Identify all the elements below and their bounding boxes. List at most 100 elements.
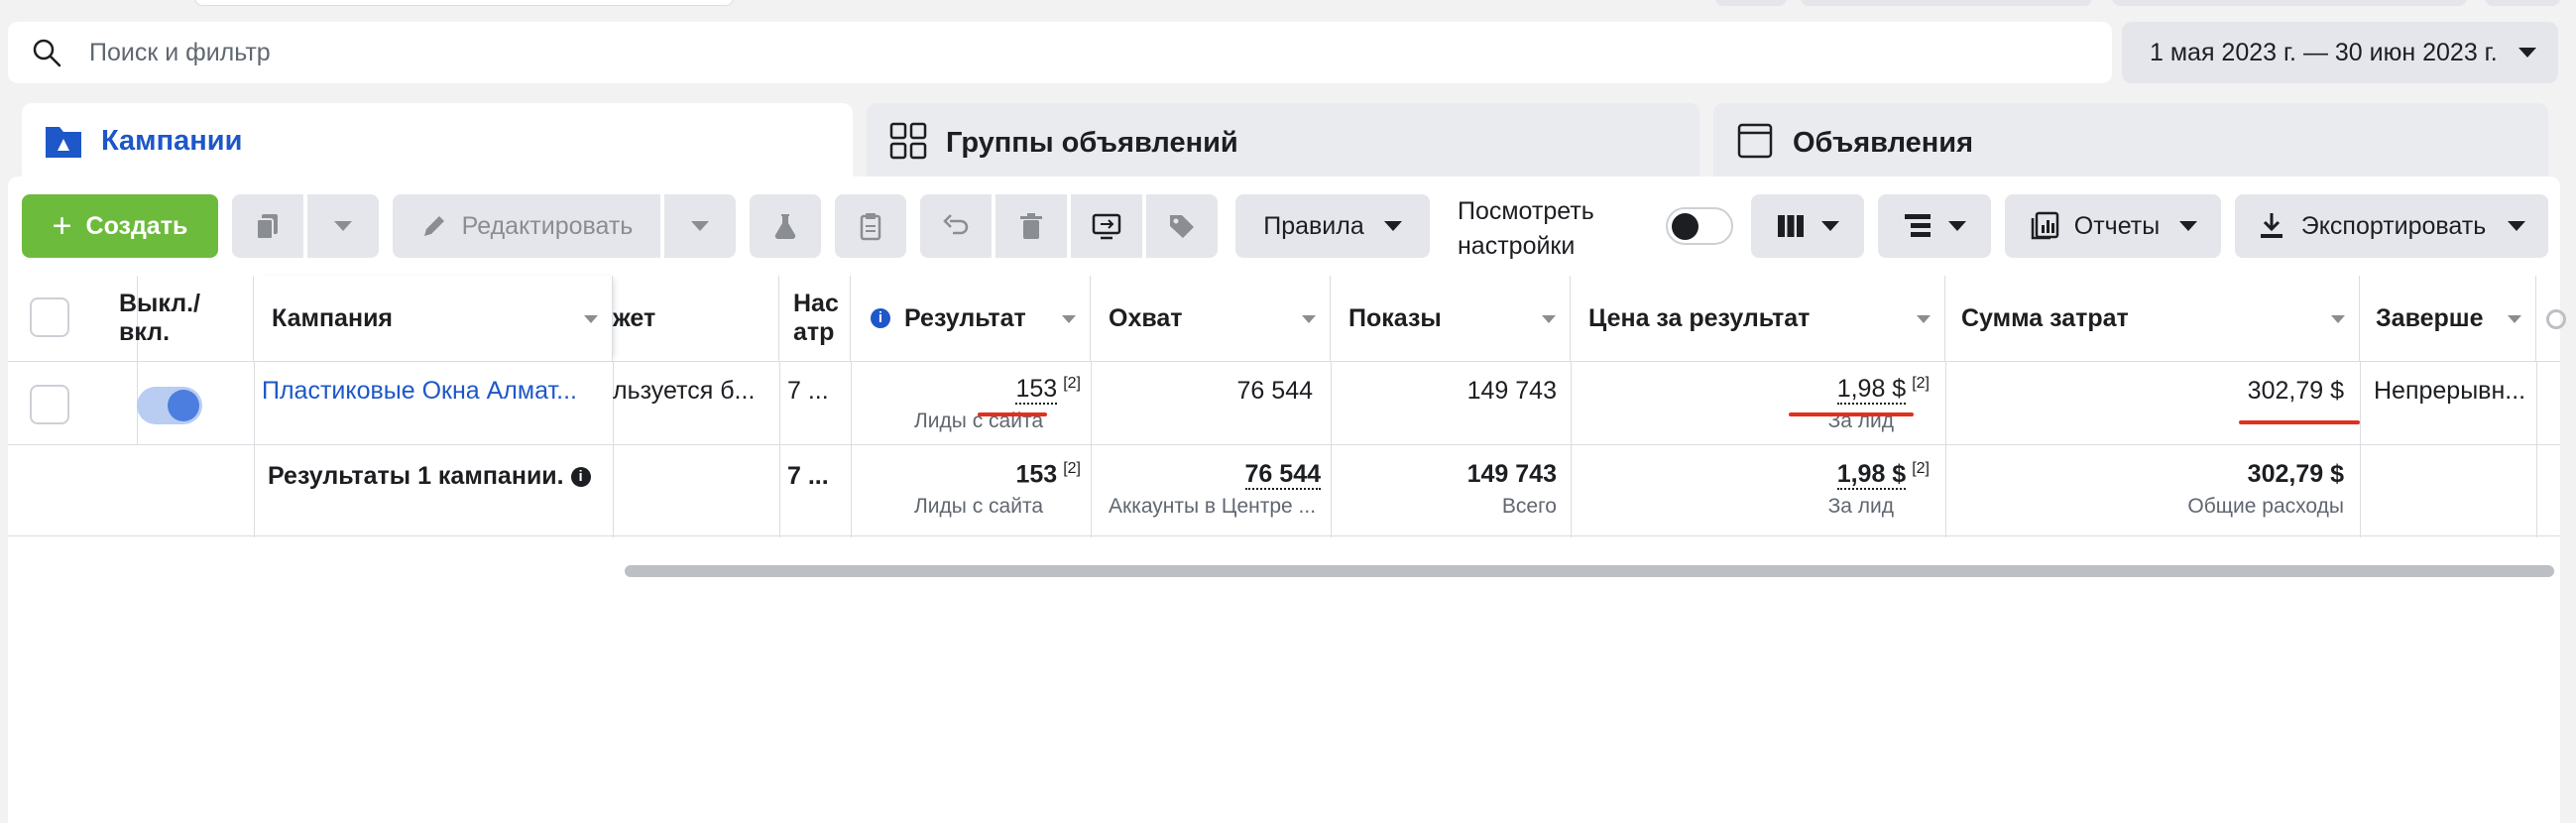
chevron-down-icon — [2518, 48, 2536, 58]
budget-cell: льзуется б... — [613, 377, 756, 405]
columns-icon — [1778, 215, 1804, 237]
folder-icon — [46, 127, 81, 158]
sort-icon — [1062, 315, 1076, 323]
undo-icon — [943, 214, 969, 235]
header-attribution[interactable]: Нас атр — [779, 276, 851, 361]
sort-icon — [584, 315, 598, 323]
highlight-underline — [1789, 412, 1914, 416]
totals-label: Результаты 1 кампании. i — [268, 462, 591, 491]
row-checkbox[interactable] — [30, 385, 69, 424]
sort-icon — [1302, 315, 1316, 323]
campaign-toggle[interactable] — [137, 387, 202, 424]
info-icon: i — [871, 308, 890, 328]
preview-button[interactable] — [1071, 194, 1142, 258]
ab-test-button[interactable] — [750, 194, 821, 258]
tag-icon — [1170, 215, 1194, 238]
header-amount-spent[interactable]: Сумма затрат — [1945, 276, 2360, 361]
top-stub-4 — [2112, 0, 2467, 6]
flask-icon — [774, 214, 796, 240]
tab-campaigns-label: Кампании — [101, 125, 243, 157]
view-settings-label: Посмотреть настройки — [1458, 197, 1594, 260]
sort-icon — [1542, 315, 1556, 323]
clipboard-button[interactable] — [835, 194, 906, 258]
date-range-picker[interactable]: 1 мая 2023 г. — 30 июн 2023 г. — [2122, 22, 2558, 83]
edit-dropdown[interactable] — [664, 194, 736, 258]
totals-divider — [8, 535, 2560, 536]
edit-label: Редактировать — [461, 211, 634, 240]
delete-button[interactable] — [995, 194, 1067, 258]
header-reach[interactable]: Охват — [1091, 276, 1331, 361]
search-bar[interactable]: Поиск и фильтр — [8, 22, 2112, 83]
create-label: Создать — [85, 211, 188, 240]
info-icon[interactable]: i — [570, 467, 591, 488]
preview-icon — [1092, 213, 1121, 240]
totals-cost-per-result: 1,98 $ [2] За лид — [1827, 460, 1930, 519]
impressions-cell: 149 743 — [1466, 377, 1557, 405]
pencil-icon — [423, 216, 444, 236]
header-divider — [8, 361, 2560, 362]
col-divider — [2536, 361, 2537, 537]
chevron-down-icon — [2508, 221, 2526, 231]
header-toggle[interactable]: Выкл./ вкл. — [107, 276, 254, 361]
export-button[interactable]: Экспортировать — [2235, 194, 2548, 258]
col-divider — [2360, 361, 2361, 537]
create-button[interactable]: + Создать — [22, 194, 218, 258]
plus-icon: + — [52, 207, 72, 245]
horizontal-scrollbar[interactable] — [625, 565, 2554, 577]
rules-button[interactable]: Правила — [1235, 194, 1430, 258]
result-cell: 153 [2] Лиды с сайта — [851, 375, 1081, 433]
toolbar: + Создать Редактировать Правила Посмотре… — [22, 194, 2560, 260]
sort-icon — [2331, 315, 2345, 323]
sort-icon — [1917, 315, 1931, 323]
header-impressions[interactable]: Показы — [1331, 276, 1571, 361]
row-divider — [8, 444, 2560, 445]
col-divider — [779, 361, 780, 537]
toggle-knob — [168, 390, 199, 421]
top-stub-2 — [1715, 0, 1787, 6]
header-result[interactable]: i Результат — [851, 276, 1091, 361]
cost-value[interactable]: 1,98 $ — [1836, 375, 1907, 406]
sort-icon — [2508, 315, 2521, 323]
breakdown-button[interactable] — [1878, 194, 1991, 258]
cost-per-result-cell: 1,98 $ [2] За лид — [1571, 375, 1930, 433]
search-placeholder: Поиск и фильтр — [89, 38, 271, 66]
campaigns-table: Выкл./ вкл. Кампания жет Нас атр i Резул… — [8, 276, 2566, 577]
result-value[interactable]: 153 — [1015, 375, 1058, 406]
reports-button[interactable]: Отчеты — [2005, 194, 2221, 258]
view-settings-toggle[interactable] — [1666, 207, 1733, 245]
header-campaign[interactable]: Кампания — [254, 276, 613, 361]
totals-impressions: 149 743 Всего — [1466, 460, 1557, 518]
columns-button[interactable] — [1751, 194, 1864, 258]
tab-campaigns[interactable]: Кампании — [22, 103, 853, 192]
clipboard-icon — [860, 213, 881, 241]
tag-button[interactable] — [1146, 194, 1218, 258]
ends-cell: Непрерывн... — [2374, 377, 2526, 405]
duplicate-button[interactable] — [232, 194, 303, 258]
tab-ads[interactable]: Объявления — [1713, 103, 2548, 182]
edit-button[interactable]: Редактировать — [393, 194, 660, 258]
header-ends[interactable]: Заверше — [2360, 276, 2536, 361]
totals-reach: 76 544 Аккаунты в Центре ... — [1109, 460, 1321, 518]
highlight-underline — [978, 412, 1047, 416]
campaign-name-link[interactable]: Пластиковые Окна Алмат... — [262, 377, 609, 406]
select-all-checkbox[interactable] — [30, 297, 69, 337]
toggle-knob — [1672, 213, 1698, 240]
chevron-down-icon — [2179, 221, 2198, 231]
header-cost-per-result[interactable]: Цена за результат — [1571, 276, 1945, 361]
chevron-down-icon — [1383, 221, 1402, 231]
undo-button[interactable] — [920, 194, 992, 258]
header-budget[interactable]: жет — [613, 276, 779, 361]
duplicate-dropdown[interactable] — [307, 194, 379, 258]
tab-ad-sets[interactable]: Группы объявлений — [867, 103, 1699, 182]
download-icon — [2260, 213, 2283, 238]
search-icon — [33, 39, 61, 67]
highlight-underline — [2239, 420, 2360, 424]
top-stub-1 — [194, 0, 734, 6]
result-footnote: [2] — [1063, 375, 1081, 392]
breakdown-icon — [1905, 214, 1931, 237]
col-divider — [254, 361, 255, 537]
totals-attribution: 7 ... — [787, 462, 829, 490]
rules-label: Правила — [1263, 211, 1364, 240]
cost-footnote: [2] — [1912, 375, 1930, 392]
settings-icon[interactable] — [2546, 309, 2566, 329]
